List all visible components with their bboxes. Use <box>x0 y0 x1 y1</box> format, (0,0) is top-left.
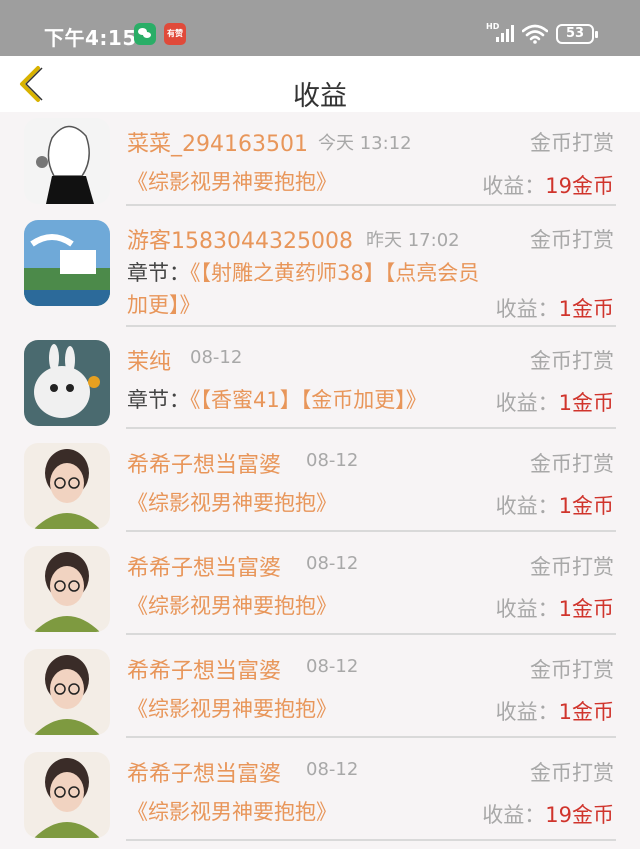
divider <box>126 839 616 841</box>
book-title: 《综影视男神要抱抱》 <box>127 800 337 824</box>
list-item[interactable]: 希希子想当富婆 08-12 金币打赏 《综影视男神要抱抱》 收益：1金币 <box>0 534 640 637</box>
avatar <box>24 340 110 426</box>
earnings-amount: 1金币 <box>558 597 614 621</box>
avatar <box>24 546 110 632</box>
earnings-amount: 1金币 <box>558 391 614 415</box>
timestamp: 08-12 <box>306 450 359 471</box>
book-title: 《综影视男神要抱抱》 <box>127 491 337 515</box>
earnings: 收益：19金币 <box>482 803 614 827</box>
user-name: 希希子想当富婆 <box>127 762 282 787</box>
avatar <box>24 118 110 204</box>
signal-icon: HD <box>486 22 516 44</box>
list-item[interactable]: 希希子想当富婆 08-12 金币打赏 《综影视男神要抱抱》 收益：1金币 <box>0 637 640 740</box>
reward-type: 金币打赏 <box>530 658 614 682</box>
earnings: 收益：19金币 <box>482 174 614 198</box>
list-item[interactable]: 希希子想当富婆 08-12 金币打赏 《综影视男神要抱抱》 收益：1金币 <box>0 431 640 534</box>
timestamp: 08-12 <box>306 553 359 574</box>
chapter-title: 章节：《【射雕之黄药师38】【点亮会员 加更】》 <box>127 261 480 317</box>
reward-type: 金币打赏 <box>530 555 614 579</box>
user-name: 希希子想当富婆 <box>127 659 282 684</box>
earnings-amount: 1金币 <box>558 494 614 518</box>
user-name: 茉纯 <box>127 350 172 375</box>
reward-type: 金币打赏 <box>530 228 614 252</box>
reward-type: 金币打赏 <box>530 761 614 785</box>
earnings-amount: 1金币 <box>558 700 614 724</box>
user-name: 希希子想当富婆 <box>127 556 282 581</box>
user-name: 希希子想当富婆 <box>127 453 282 478</box>
status-time: 下午4:15 <box>44 26 137 50</box>
list-item[interactable]: 茉纯 08-12 金币打赏 章节：《【香蜜41】【金币加更】》 收益：1金币 <box>0 328 640 431</box>
timestamp: 昨天 17:02 <box>366 230 460 251</box>
battery-icon: 53 <box>556 24 598 44</box>
app-notification-icon: 有赞 <box>164 23 186 45</box>
earnings: 收益：1金币 <box>495 700 614 724</box>
earnings: 收益：1金币 <box>495 391 614 415</box>
book-title: 《综影视男神要抱抱》 <box>127 697 337 721</box>
earnings-amount: 19金币 <box>545 174 614 198</box>
avatar <box>24 220 110 306</box>
timestamp: 08-12 <box>190 347 243 368</box>
status-bar: 下午4:15 有赞 HD 53 <box>0 0 640 56</box>
list-item[interactable]: 游客1583044325008 昨天 17:02 金币打赏 章节：《【射雕之黄药… <box>0 207 640 328</box>
earnings-amount: 1金币 <box>558 297 614 321</box>
reward-type: 金币打赏 <box>530 131 614 155</box>
wechat-icon <box>134 23 156 45</box>
divider <box>126 325 616 327</box>
timestamp: 08-12 <box>306 759 359 780</box>
earnings: 收益：1金币 <box>495 297 614 321</box>
earnings-amount: 19金币 <box>545 803 614 827</box>
reward-type: 金币打赏 <box>530 349 614 373</box>
list-item[interactable]: 希希子想当富婆 08-12 金币打赏 《综影视男神要抱抱》 收益：19金币 <box>0 740 640 849</box>
wifi-icon <box>522 24 548 44</box>
book-title: 《综影视男神要抱抱》 <box>127 170 337 194</box>
earnings: 收益：1金币 <box>495 494 614 518</box>
page-title: 收益 <box>293 81 347 112</box>
book-title: 《综影视男神要抱抱》 <box>127 594 337 618</box>
divider <box>126 530 616 532</box>
divider <box>126 204 616 206</box>
user-name: 菜菜_294163501 <box>127 132 308 157</box>
avatar <box>24 649 110 735</box>
timestamp: 今天 13:12 <box>318 133 412 154</box>
timestamp: 08-12 <box>306 656 359 677</box>
divider <box>126 633 616 635</box>
earnings-list: 菜菜_294163501 今天 13:12 金币打赏 《综影视男神要抱抱》 收益… <box>0 112 640 849</box>
user-name: 游客1583044325008 <box>127 229 353 254</box>
chapter-title: 章节：《【香蜜41】【金币加更】》 <box>127 388 427 412</box>
reward-type: 金币打赏 <box>530 452 614 476</box>
earnings: 收益：1金币 <box>495 597 614 621</box>
avatar <box>24 443 110 529</box>
list-item[interactable]: 菜菜_294163501 今天 13:12 金币打赏 《综影视男神要抱抱》 收益… <box>0 112 640 207</box>
divider <box>126 427 616 429</box>
divider <box>126 736 616 738</box>
avatar <box>24 752 110 838</box>
